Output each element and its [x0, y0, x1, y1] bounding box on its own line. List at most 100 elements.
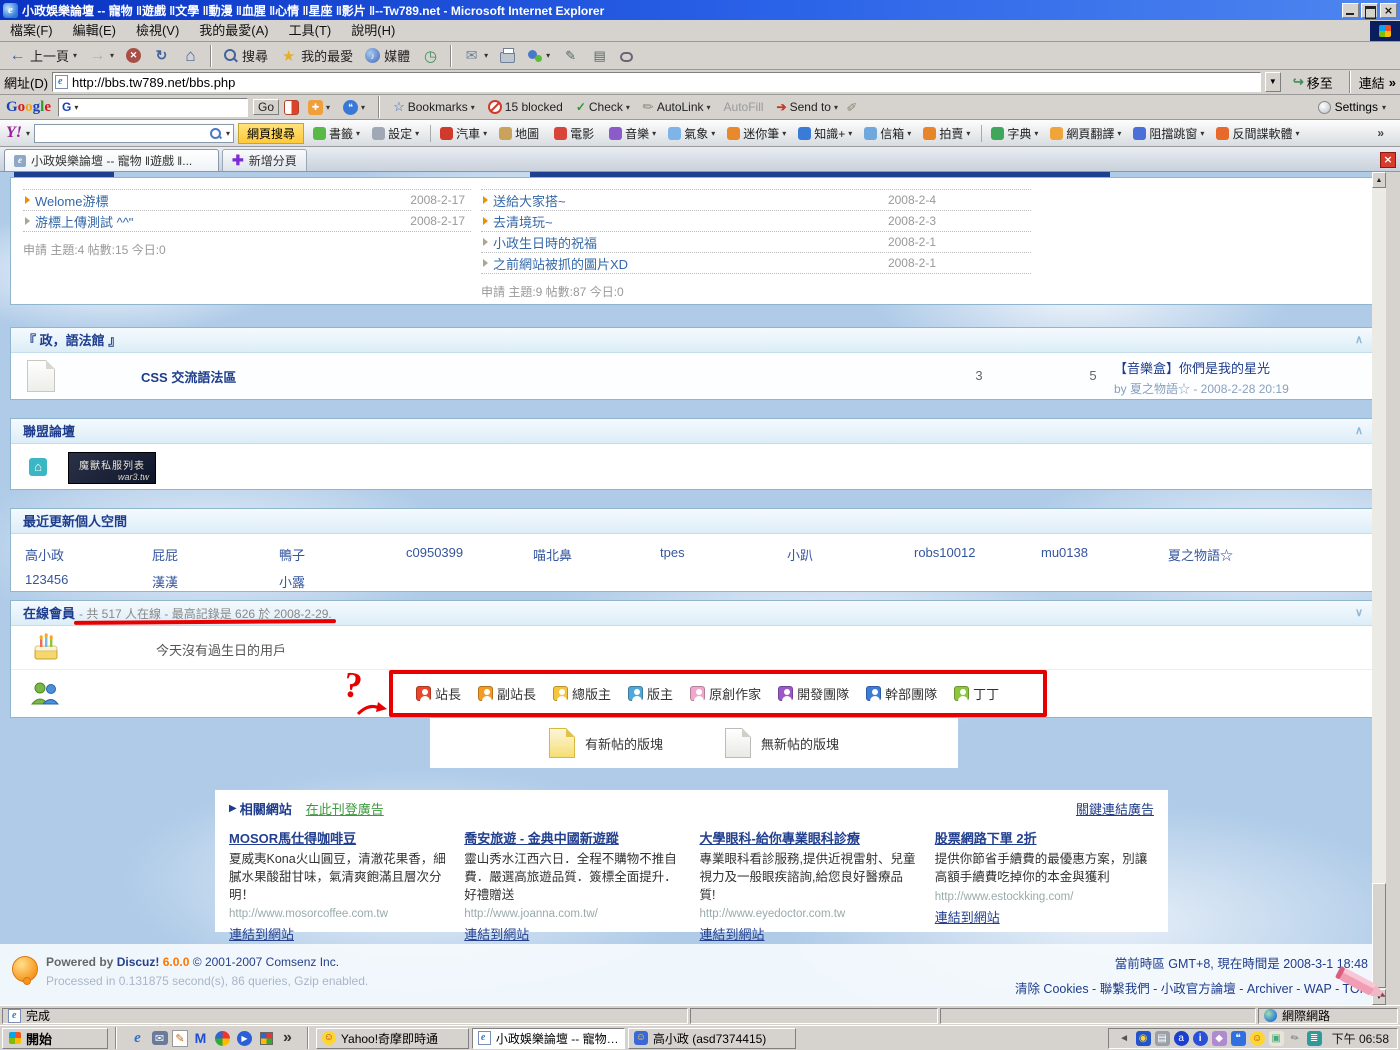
- ad-visit-link[interactable]: 連結到網站: [464, 924, 529, 943]
- user-link[interactable]: robs10012: [914, 545, 1041, 564]
- vertical-scrollbar[interactable]: ▲ ▼: [1372, 172, 1386, 1005]
- alliance-banner[interactable]: 魔獸私服列表 war3.tw: [68, 452, 156, 484]
- tray-notes-icon[interactable]: ≣: [1307, 1031, 1322, 1046]
- tray-smiley-icon[interactable]: ☺: [1250, 1031, 1265, 1046]
- notes-button[interactable]: ▤: [586, 44, 613, 68]
- footer-links[interactable]: 清除 Cookies - 聯繫我們 - 小政官方論壇 - Archiver - …: [1015, 978, 1368, 997]
- messenger-quicklaunch-icon[interactable]: M: [191, 1029, 210, 1048]
- tab-close-button[interactable]: ×: [1380, 152, 1396, 168]
- menu-item[interactable]: 編輯(E): [63, 20, 126, 41]
- user-link[interactable]: c0950399: [406, 545, 533, 564]
- google-autolink-button[interactable]: ✎ AutoLink▾: [639, 99, 715, 115]
- yahoo-toolbar-item[interactable]: 反間諜軟體 ▾: [1211, 125, 1304, 142]
- yahoo-web-search-button[interactable]: 網頁搜尋: [238, 123, 304, 144]
- minimize-button[interactable]: [1342, 3, 1359, 18]
- menu-item[interactable]: 說明(H): [341, 20, 405, 41]
- user-link[interactable]: 鴨子: [279, 545, 406, 564]
- yahoo-toolbar-item[interactable]: 字典 ▾: [981, 125, 1043, 142]
- signal-icon[interactable]: ◉: [1136, 1031, 1151, 1046]
- google-comment-button[interactable]: ❝▾: [339, 100, 369, 115]
- user-link[interactable]: 漢漢: [152, 572, 279, 591]
- collapse-icon[interactable]: ∨: [1355, 601, 1363, 626]
- scroll-up-button[interactable]: ▲: [1372, 172, 1386, 188]
- print-button[interactable]: [495, 44, 520, 68]
- stop-button[interactable]: ✕: [121, 44, 146, 68]
- google-search-input[interactable]: G▾: [58, 98, 248, 117]
- google-news-icon[interactable]: [284, 100, 299, 115]
- task-button-yahoo-messenger[interactable]: ☺ Yahoo!奇摩即時通: [316, 1028, 469, 1049]
- yahoo-toolbar-item[interactable]: 信箱 ▾: [859, 125, 916, 142]
- task-button-forum[interactable]: 小政娛樂論壇 -- 寵物 ‖...: [472, 1028, 625, 1049]
- tab-forum[interactable]: e 小政娛樂論壇 -- 寵物 ‖遊戲 ‖...: [4, 149, 219, 171]
- volume-icon[interactable]: ◄: [1117, 1031, 1132, 1046]
- discuz-brand[interactable]: Discuz!: [117, 955, 160, 969]
- address-input[interactable]: http://bbs.tw789.net/bbs.php: [52, 72, 1261, 92]
- post-ad-link[interactable]: 在此刊登廣告: [306, 799, 384, 818]
- quicklaunch-more-button[interactable]: »: [279, 1029, 296, 1047]
- thread-link[interactable]: 之前網站被抓的圖片XD: [493, 254, 888, 273]
- ie-quicklaunch-icon[interactable]: e: [128, 1029, 147, 1048]
- thread-link[interactable]: 去清境玩~: [493, 212, 888, 231]
- google-go-button[interactable]: Go: [253, 99, 279, 115]
- tray-imaging-icon[interactable]: ▣: [1269, 1031, 1284, 1046]
- history-button[interactable]: ◷: [417, 44, 444, 68]
- tray-cube-icon[interactable]: ◆: [1212, 1031, 1227, 1046]
- ad-visit-link[interactable]: 連結到網站: [700, 924, 765, 943]
- yahoo-toolbar-item[interactable]: 網頁翻譯 ▾: [1045, 125, 1126, 142]
- google-settings-button[interactable]: Settings▾: [1318, 100, 1394, 114]
- google-spellcheck-button[interactable]: ✓ Check▾: [572, 100, 634, 114]
- google-sendto-button[interactable]: ➔ Send to▾: [773, 100, 842, 114]
- ad-title-link[interactable]: MOSOR馬仕得咖啡豆: [229, 831, 356, 846]
- yahoo-toolbar-item[interactable]: 知識+ ▾: [793, 125, 857, 142]
- edit-button[interactable]: ✎: [557, 44, 584, 68]
- maximize-button[interactable]: [1361, 3, 1378, 18]
- ad-title-link[interactable]: 大學眼科-給你專業眼科診療: [700, 831, 860, 846]
- links-more[interactable]: »: [1389, 75, 1396, 90]
- user-link[interactable]: 小露: [279, 572, 406, 591]
- new-tab-button[interactable]: ✚ 新增分頁: [222, 149, 307, 171]
- user-link[interactable]: 高小政: [25, 545, 152, 564]
- yahoo-more-button[interactable]: »: [1377, 126, 1394, 140]
- section-header[interactable]: 聯盟論壇 ∧: [11, 419, 1375, 444]
- google-autofill-button[interactable]: AutoFill: [720, 100, 768, 114]
- search-button[interactable]: 搜尋: [218, 44, 273, 68]
- keyword-ad-link[interactable]: 關鍵連結廣告: [1076, 799, 1154, 818]
- home-link-icon[interactable]: ⌂: [29, 458, 47, 476]
- address-dropdown-button[interactable]: ▼: [1265, 72, 1281, 92]
- back-button[interactable]: ← 上一頁▾: [4, 44, 82, 68]
- tray-balloon-icon[interactable]: ❝: [1231, 1031, 1246, 1046]
- discuss-button[interactable]: [615, 44, 638, 68]
- user-link[interactable]: mu0138: [1041, 545, 1168, 564]
- user-link[interactable]: 屁屁: [152, 545, 279, 564]
- network-icon[interactable]: ▤: [1155, 1031, 1170, 1046]
- menu-item[interactable]: 工具(T): [279, 20, 342, 41]
- ad-title-link[interactable]: 股票網路下單 2折: [935, 831, 1037, 846]
- yahoo-toolbar-item[interactable]: 拍賣 ▾: [918, 125, 975, 142]
- google-bookmarks-button[interactable]: ☆ Bookmarks▾: [389, 99, 479, 115]
- yahoo-toolbar-item[interactable]: 氣象 ▾: [663, 125, 720, 142]
- yahoo-toolbar-item[interactable]: 汽車 ▾: [430, 125, 492, 142]
- menu-item[interactable]: 檢視(V): [126, 20, 189, 41]
- user-link[interactable]: 123456: [25, 572, 152, 591]
- home-button[interactable]: ⌂: [177, 44, 204, 68]
- mail-button[interactable]: ✉▾: [458, 44, 493, 68]
- user-link[interactable]: 喵北鼻: [533, 545, 660, 564]
- go-button[interactable]: ↪ 移至: [1285, 71, 1341, 93]
- menu-item[interactable]: 檔案(F): [0, 20, 63, 41]
- yahoo-logo[interactable]: Y!: [6, 124, 22, 142]
- tray-a-icon[interactable]: a: [1174, 1031, 1189, 1046]
- ad-visit-link[interactable]: 連結到網站: [229, 924, 294, 943]
- task-button-messenger-chat[interactable]: ☺ 高小政 (asd7374415): [628, 1028, 796, 1049]
- highlighter-icon[interactable]: ✏: [843, 97, 862, 116]
- thread-link[interactable]: 游標上傳測試 ^^": [35, 212, 410, 231]
- forum-link[interactable]: CSS 交流語法區: [141, 367, 236, 386]
- collapse-icon[interactable]: ∧: [1355, 419, 1363, 444]
- google-popup-blocker-button[interactable]: 15 blocked: [484, 100, 567, 114]
- media-button[interactable]: ♪媒體: [360, 44, 415, 68]
- yahoo-toolbar-item[interactable]: 設定 ▾: [367, 125, 424, 142]
- messenger-button[interactable]: ▾: [522, 44, 555, 68]
- yahoo-toolbar-item[interactable]: 阻擋跳窗 ▾: [1128, 125, 1209, 142]
- forward-button[interactable]: →▾: [84, 44, 119, 68]
- favorites-button[interactable]: ★我的最愛: [275, 44, 358, 68]
- google-add-button[interactable]: ✚▾: [304, 100, 334, 115]
